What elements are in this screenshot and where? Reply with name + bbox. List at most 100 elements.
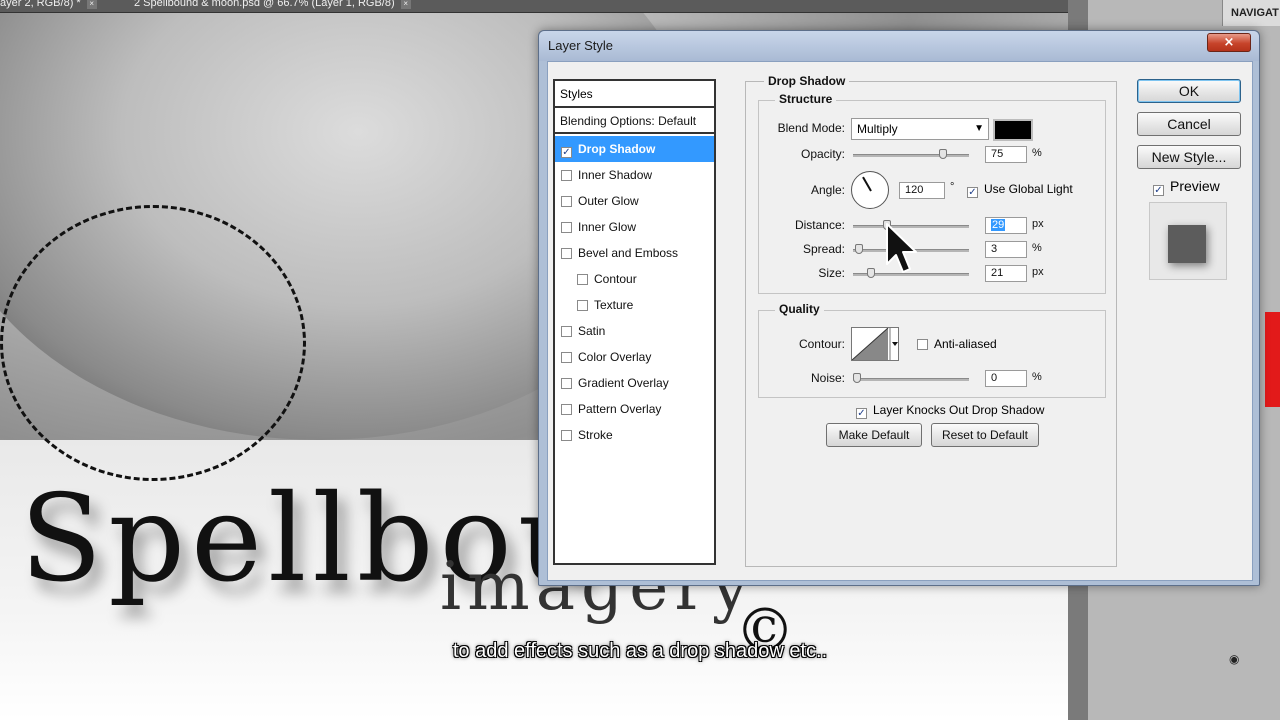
blend-mode-select[interactable]: Multiply ▼ — [851, 118, 989, 140]
knocks-out-checkbox[interactable]: ✓ — [856, 408, 867, 419]
knocks-out-label: Layer Knocks Out Drop Shadow — [873, 403, 1045, 417]
texture-checkbox[interactable] — [577, 300, 588, 311]
tab-document-1[interactable]: ayer 2, RGB/8) * × — [0, 0, 97, 11]
style-item-inner-glow[interactable]: Inner Glow — [555, 214, 714, 240]
style-preview — [1149, 202, 1227, 280]
stroke-checkbox[interactable] — [561, 430, 572, 441]
close-icon[interactable]: × — [400, 0, 411, 9]
spread-input[interactable]: 3 — [985, 241, 1027, 258]
style-item-satin[interactable]: Satin — [555, 318, 714, 344]
layer-style-dialog: Layer Style × Styles Blending Options: D… — [538, 30, 1260, 586]
angle-input[interactable]: 120 — [899, 182, 945, 199]
use-global-light[interactable]: ✓ Use Global Light — [967, 182, 1073, 198]
style-label: Bevel and Emboss — [578, 246, 679, 260]
chevron-down-icon: ▼ — [974, 123, 984, 134]
styles-header[interactable]: Styles — [555, 81, 714, 108]
noise-slider-thumb[interactable] — [853, 373, 861, 383]
style-label: Gradient Overlay — [578, 376, 669, 390]
cancel-button[interactable]: Cancel — [1137, 112, 1241, 136]
style-item-pattern-overlay[interactable]: Pattern Overlay — [555, 396, 714, 422]
style-label: Stroke — [578, 428, 613, 442]
close-icon[interactable]: × — [86, 0, 97, 9]
distance-label: Distance: — [794, 218, 845, 232]
structure-legend: Structure — [775, 92, 837, 106]
pattern-overlay-checkbox[interactable] — [561, 404, 572, 415]
angle-unit: ° — [950, 181, 955, 193]
document-tab-strip: ayer 2, RGB/8) * × 2 Spellbound & moon.ps… — [0, 0, 1090, 13]
style-item-gradient-overlay[interactable]: Gradient Overlay — [555, 370, 714, 396]
navigator-panel-tab[interactable]: NAVIGAT — [1222, 0, 1280, 26]
size-slider-thumb[interactable] — [867, 268, 875, 278]
section-title: Drop Shadow — [764, 74, 850, 88]
inner-shadow-checkbox[interactable] — [561, 170, 572, 181]
bevel-emboss-checkbox[interactable] — [561, 248, 572, 259]
mouse-cursor-icon — [886, 223, 917, 273]
contour-checkbox[interactable] — [577, 274, 588, 285]
spread-unit: % — [1032, 242, 1042, 254]
quality-group: Quality Contour: Anti-aliased Noise: 0 % — [758, 302, 1106, 398]
style-item-stroke[interactable]: Stroke — [555, 422, 714, 448]
style-label: Inner Glow — [578, 220, 637, 234]
preview-label: Preview — [1170, 178, 1220, 194]
style-item-contour[interactable]: Contour — [555, 266, 714, 292]
distance-value: 29 — [991, 219, 1006, 231]
inner-glow-checkbox[interactable] — [561, 222, 572, 233]
preview-swatch — [1168, 225, 1206, 263]
styles-list: Styles Blending Options: Default ✓ Drop S… — [553, 79, 716, 565]
style-item-color-overlay[interactable]: Color Overlay — [555, 344, 714, 370]
noise-label: Noise: — [810, 371, 845, 385]
knocks-out-option[interactable]: ✓ Layer Knocks Out Drop Shadow — [856, 403, 1044, 419]
shadow-color-swatch[interactable] — [993, 119, 1033, 141]
selection-marquee-circle — [0, 205, 306, 481]
angle-dial-needle — [862, 176, 872, 192]
opacity-slider[interactable] — [853, 149, 969, 159]
anti-aliased-checkbox[interactable] — [917, 339, 928, 350]
opacity-label: Opacity: — [800, 147, 845, 161]
blending-options-item[interactable]: Blending Options: Default — [555, 108, 714, 134]
preview-checkbox[interactable]: ✓ — [1153, 185, 1164, 196]
anti-aliased[interactable]: Anti-aliased — [917, 337, 997, 351]
tab-label: 2 Spellbound & moon.psd @ 66.7% (Layer 1… — [134, 0, 395, 9]
size-input[interactable]: 21 — [985, 265, 1027, 282]
structure-group: Structure Blend Mode: Multiply ▼ Opacity… — [758, 92, 1106, 294]
angle-dial[interactable] — [851, 171, 889, 209]
contour-picker[interactable] — [851, 327, 899, 361]
noise-slider[interactable] — [853, 373, 969, 383]
opacity-unit: % — [1032, 147, 1042, 159]
drop-shadow-checkbox[interactable]: ✓ — [561, 147, 572, 158]
use-global-light-checkbox[interactable]: ✓ — [967, 187, 978, 198]
outer-glow-checkbox[interactable] — [561, 196, 572, 207]
style-item-inner-shadow[interactable]: Inner Shadow — [555, 162, 714, 188]
style-label: Inner Shadow — [578, 168, 653, 182]
size-unit: px — [1032, 266, 1044, 278]
reset-to-default-button[interactable]: Reset to Default — [931, 423, 1039, 447]
dialog-title: Layer Style — [548, 38, 614, 53]
new-style-button[interactable]: New Style... — [1137, 145, 1241, 169]
color-overlay-checkbox[interactable] — [561, 352, 572, 363]
dialog-titlebar[interactable]: Layer Style × — [539, 31, 1259, 61]
style-label: Pattern Overlay — [578, 402, 662, 416]
tab-document-2[interactable]: 2 Spellbound & moon.psd @ 66.7% (Layer 1… — [134, 0, 411, 11]
close-button[interactable]: × — [1207, 33, 1251, 52]
style-item-bevel-emboss[interactable]: Bevel and Emboss — [555, 240, 714, 266]
style-item-outer-glow[interactable]: Outer Glow — [555, 188, 714, 214]
gradient-overlay-checkbox[interactable] — [561, 378, 572, 389]
spread-label: Spread: — [802, 242, 845, 256]
opacity-slider-thumb[interactable] — [939, 149, 947, 159]
noise-input[interactable]: 0 — [985, 370, 1027, 387]
opacity-input[interactable]: 75 — [985, 146, 1027, 163]
tab-label: ayer 2, RGB/8) * — [0, 0, 81, 9]
ok-button[interactable]: OK — [1137, 79, 1241, 103]
color-swatch[interactable] — [1265, 312, 1280, 407]
satin-checkbox[interactable] — [561, 326, 572, 337]
spread-slider-thumb[interactable] — [855, 244, 863, 254]
style-item-texture[interactable]: Texture — [555, 292, 714, 318]
style-item-drop-shadow[interactable]: ✓ Drop Shadow — [555, 136, 714, 162]
preview-option[interactable]: ✓ Preview — [1153, 178, 1220, 196]
make-default-button[interactable]: Make Default — [826, 423, 922, 447]
anti-aliased-label: Anti-aliased — [934, 337, 997, 351]
style-label: Drop Shadow — [578, 142, 656, 156]
contour-label: Contour: — [798, 337, 845, 351]
distance-input[interactable]: 29 — [985, 217, 1027, 234]
style-label: Satin — [578, 324, 606, 338]
